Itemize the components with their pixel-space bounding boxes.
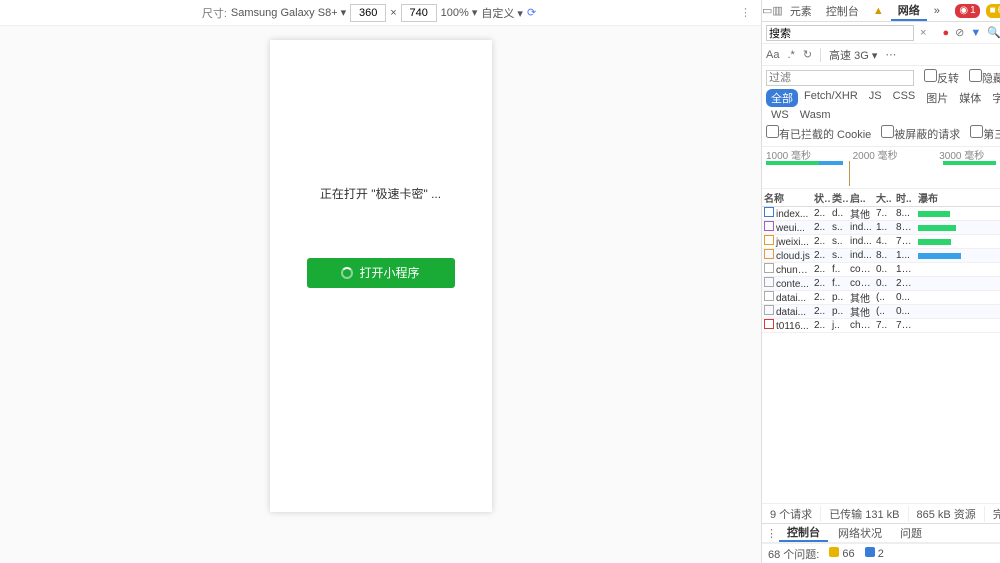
tab-network[interactable]: 网络 xyxy=(891,0,927,21)
device-frame: 正在打开 "极速卡密" ... 打开小程序 xyxy=(270,40,492,512)
width-input[interactable] xyxy=(350,4,386,22)
type-filter-Fetch/XHR[interactable]: Fetch/XHR xyxy=(799,89,863,107)
type-filter-媒体[interactable]: 媒体 xyxy=(954,89,986,107)
type-filter-row: 全部Fetch/XHRJSCSS图片媒体字体文档WSWasm xyxy=(766,89,1000,122)
clear-search-icon[interactable]: × xyxy=(920,27,926,39)
file-icon xyxy=(764,305,774,315)
more-icon[interactable]: ⋮ xyxy=(736,6,755,19)
tab-network-warn-icon: ▲ xyxy=(866,0,891,21)
device-toolbar: 尺寸: Samsung Galaxy S8+ × 100% 自定义 ⟳ ⋮ xyxy=(0,0,761,26)
network-summary: 9 个请求 已传输 131 kB 865 kB 资源 完成时… xyxy=(762,503,1000,523)
invert-checkbox[interactable]: 反转 xyxy=(924,69,959,86)
match-case-icon[interactable]: Aa xyxy=(766,49,779,61)
col-header[interactable]: 瀑布 xyxy=(916,190,1000,205)
wifi-icon[interactable]: ⋯ xyxy=(885,48,896,61)
col-header[interactable]: 类.. xyxy=(830,190,848,205)
throttle-row: Aa .* ↻ 高速 3G ⋯ ⤒ ⤓ xyxy=(762,44,1000,66)
orientation-select[interactable]: 自定义 xyxy=(481,5,523,21)
type-filter-WS[interactable]: WS xyxy=(766,108,794,122)
device-select[interactable]: Samsung Galaxy S8+ xyxy=(231,6,346,19)
table-row[interactable]: datai...2..p..其他(..0... xyxy=(762,305,1000,319)
col-header[interactable]: 时.. xyxy=(894,190,916,205)
table-row[interactable]: index...2..d..其他7..8... xyxy=(762,207,1000,221)
type-filter-JS[interactable]: JS xyxy=(864,89,887,107)
type-filter-Wasm[interactable]: Wasm xyxy=(795,108,836,122)
network-table: 名称状..类..启..大..时..瀑布 index...2..d..其他7..8… xyxy=(762,189,1000,503)
file-icon xyxy=(764,263,774,273)
table-row[interactable]: datai...2..p..其他(..0... xyxy=(762,291,1000,305)
filter-block: 反转 隐藏数据网址 全部Fetch/XHRJSCSS图片媒体字体文档WSWasm… xyxy=(762,66,1000,147)
search-input[interactable] xyxy=(766,25,914,41)
type-filter-全部[interactable]: 全部 xyxy=(766,89,798,107)
drawer-tab-issues[interactable]: 问题 xyxy=(892,525,930,541)
blocked-cookies-checkbox[interactable]: 有已拦截的 Cookie xyxy=(766,125,871,142)
summary-requests: 9 个请求 xyxy=(762,506,821,522)
dimensions-label: 尺寸: xyxy=(202,5,227,21)
filter-input[interactable] xyxy=(766,70,914,86)
col-header[interactable]: 状.. xyxy=(812,190,830,205)
error-badge[interactable]: ◉ 1 xyxy=(955,4,979,18)
type-filter-CSS[interactable]: CSS xyxy=(888,89,921,107)
file-icon xyxy=(764,319,774,329)
file-icon xyxy=(764,207,774,217)
times-icon: × xyxy=(390,7,396,19)
opening-text: 正在打开 "极速卡密" ... xyxy=(320,185,441,202)
spinner-icon xyxy=(341,267,353,279)
summary-finish: 完成时… xyxy=(985,506,1000,522)
issues-count: 68 个问题: xyxy=(768,546,819,562)
tab-console[interactable]: 控制台 xyxy=(819,0,866,21)
clear-icon[interactable]: ⊘ xyxy=(955,26,964,39)
filter-icon[interactable]: ▼ xyxy=(970,27,981,39)
table-row[interactable]: chunk...2..f..con...0..10... xyxy=(762,263,1000,277)
file-icon xyxy=(764,249,774,259)
file-icon xyxy=(764,221,774,231)
throttle-select[interactable]: 高速 3G xyxy=(829,47,877,63)
tab-more[interactable]: » xyxy=(927,0,947,21)
device-icon[interactable]: ▥ xyxy=(772,4,782,17)
table-row[interactable]: weui...2..s..ind...1..81... xyxy=(762,221,1000,235)
file-icon xyxy=(764,277,774,287)
blocked-requests-checkbox[interactable]: 被屏蔽的请求 xyxy=(881,125,960,142)
devtools-tabs: ▭ ▥ 元素 控制台 ▲ 网络 » ◉ 1 ■ 66 ⚙ ⋮ ✕ xyxy=(762,0,1000,22)
refresh-icon[interactable]: ↻ xyxy=(803,48,812,61)
search-icon[interactable]: 🔍 xyxy=(987,26,1000,39)
drawer-tabs: ⋮ 控制台 网络状况 问题 × xyxy=(762,523,1000,543)
network-toolbar: × ● ⊘ ▼ 🔍 保留日志 停用缓存 xyxy=(762,22,1000,44)
warn-badge[interactable]: ■ 66 xyxy=(986,4,1000,18)
summary-transferred: 已传输 131 kB xyxy=(821,506,908,522)
table-row[interactable]: jweixi...2..s..ind...4..72... xyxy=(762,235,1000,249)
third-party-checkbox[interactable]: 第三方请求 xyxy=(970,125,1000,142)
drawer-tab-console[interactable]: 控制台 xyxy=(779,524,828,542)
col-header[interactable]: 名称 xyxy=(762,190,812,205)
overview-timeline[interactable]: 1000 毫秒2000 毫秒3000 毫秒4000 毫 xyxy=(762,147,1000,189)
record-icon[interactable]: ● xyxy=(942,27,949,39)
emulator-canvas: 正在打开 "极速卡密" ... 打开小程序 xyxy=(0,26,761,563)
tab-elements[interactable]: 元素 xyxy=(783,0,819,21)
drawer-tab-netstatus[interactable]: 网络状况 xyxy=(830,525,890,541)
col-header[interactable]: 启.. xyxy=(848,190,874,205)
table-row[interactable]: t0116...2..j..chu...7..71... xyxy=(762,319,1000,333)
hide-data-urls-checkbox[interactable]: 隐藏数据网址 xyxy=(969,69,1000,86)
file-icon xyxy=(764,235,774,245)
file-icon xyxy=(764,291,774,301)
summary-resources: 865 kB 资源 xyxy=(909,506,985,522)
type-filter-字体[interactable]: 字体 xyxy=(987,89,1000,107)
issues-yellow[interactable]: 66 xyxy=(829,547,854,560)
open-miniprogram-label: 打开小程序 xyxy=(359,264,419,281)
drawer-more-icon[interactable]: ⋮ xyxy=(766,527,777,540)
issues-blue[interactable]: 2 xyxy=(865,547,884,560)
table-row[interactable]: cloud.js2..s..ind...8..1... xyxy=(762,249,1000,263)
height-input[interactable] xyxy=(401,4,437,22)
zoom-select[interactable]: 100% xyxy=(441,6,478,19)
reload-icon[interactable]: ⟳ xyxy=(527,6,536,19)
type-filter-图片[interactable]: 图片 xyxy=(921,89,953,107)
network-table-header: 名称状..类..启..大..时..瀑布 xyxy=(762,189,1000,207)
col-header[interactable]: 大.. xyxy=(874,190,894,205)
issues-bar: 68 个问题: 66 2 xyxy=(762,543,1000,563)
regex-icon[interactable]: .* xyxy=(787,49,794,61)
open-miniprogram-button[interactable]: 打开小程序 xyxy=(307,258,455,288)
inspect-icon[interactable]: ▭ xyxy=(762,4,772,17)
table-row[interactable]: conte...2..f..con...0..26... xyxy=(762,277,1000,291)
